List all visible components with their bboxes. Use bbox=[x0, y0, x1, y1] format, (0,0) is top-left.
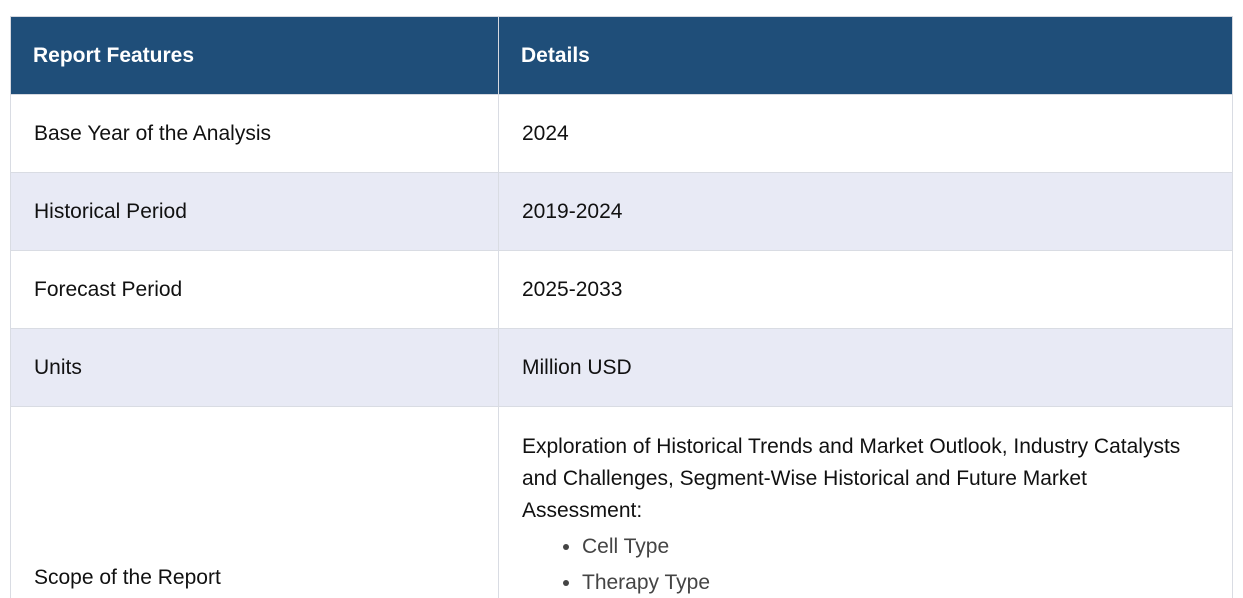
table-row: Forecast Period 2025-2033 bbox=[10, 250, 1233, 329]
list-item: Cell Type bbox=[582, 529, 1209, 565]
table-header-row: Report Features Details bbox=[10, 16, 1233, 95]
table-row: Units Million USD bbox=[10, 328, 1233, 407]
scope-feature-label: Scope of the Report bbox=[10, 406, 499, 598]
table-row-scope: Scope of the Report Exploration of Histo… bbox=[10, 406, 1233, 598]
row-feature-label: Historical Period bbox=[10, 172, 499, 251]
table-row: Base Year of the Analysis 2024 bbox=[10, 94, 1233, 173]
report-table: Report Features Details Base Year of the… bbox=[10, 16, 1233, 598]
table-row: Historical Period 2019-2024 bbox=[10, 172, 1233, 251]
row-detail-value: Million USD bbox=[498, 328, 1233, 407]
list-item: Therapy Type bbox=[582, 565, 1209, 598]
row-feature-label: Forecast Period bbox=[10, 250, 499, 329]
scope-segment-list: Cell Type Therapy Type bbox=[522, 529, 1209, 598]
page: Report Features Details Base Year of the… bbox=[0, 0, 1243, 598]
row-feature-label: Units bbox=[10, 328, 499, 407]
header-report-features: Report Features bbox=[10, 16, 499, 95]
row-detail-value: 2019-2024 bbox=[498, 172, 1233, 251]
header-details: Details bbox=[498, 16, 1233, 95]
row-detail-value: 2025-2033 bbox=[498, 250, 1233, 329]
scope-detail: Exploration of Historical Trends and Mar… bbox=[498, 406, 1233, 598]
scope-intro-text: Exploration of Historical Trends and Mar… bbox=[522, 435, 1181, 522]
section-heading-clip bbox=[0, 0, 1243, 6]
row-detail-value: 2024 bbox=[498, 94, 1233, 173]
row-feature-label: Base Year of the Analysis bbox=[10, 94, 499, 173]
